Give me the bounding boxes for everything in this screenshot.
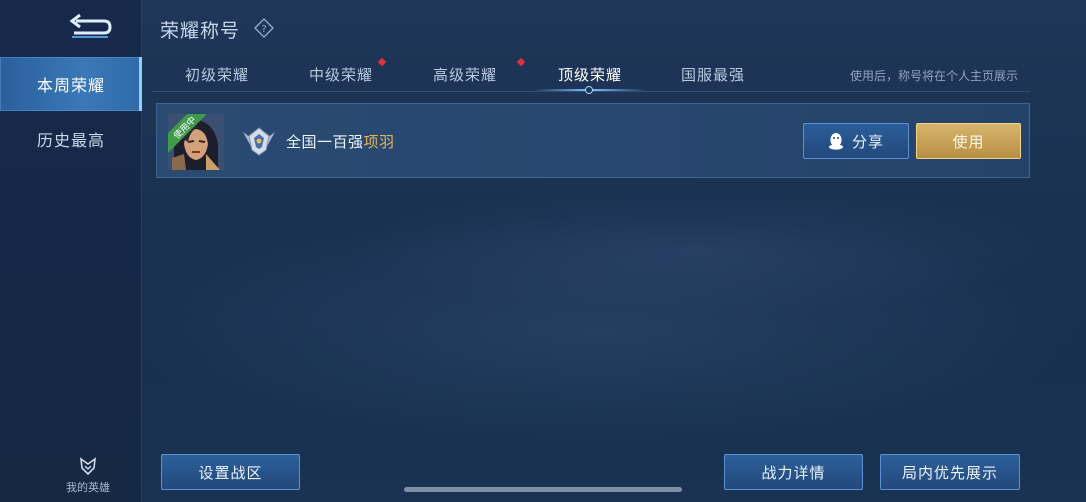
power-detail-label: 战力详情 — [761, 463, 826, 482]
active-tab-indicator-dot — [585, 86, 593, 94]
tab-label: 顶级荣耀 — [557, 65, 622, 84]
qq-penguin-icon — [828, 133, 843, 150]
sidebar: 本周荣耀 历史最高 我的英雄 — [0, 0, 142, 502]
usage-hint: 使用后，称号将在个人主页展示 — [849, 69, 1018, 83]
rank-badge — [241, 124, 277, 158]
page-title: 荣耀称号 — [160, 20, 241, 42]
my-hero-label: 我的英雄 — [66, 481, 110, 494]
tab-advanced[interactable]: 高级荣耀 — [410, 56, 526, 92]
hero-mask-icon — [80, 457, 96, 476]
back-button[interactable] — [66, 12, 114, 42]
honor-title: 全国一百强项羽 — [286, 131, 395, 152]
honor-title-prefix: 全国一百强 — [286, 133, 364, 151]
hero-avatar: 使用中 — [168, 114, 224, 170]
title-row: 使用中 全国一百强项羽 分享 使用 — [156, 103, 1030, 178]
use-button[interactable]: 使用 — [916, 123, 1021, 159]
tab-label: 高级荣耀 — [432, 65, 497, 84]
my-hero-button[interactable]: 我的英雄 — [48, 456, 128, 496]
back-arrow-icon — [69, 13, 112, 38]
home-indicator[interactable] — [404, 487, 682, 492]
sidebar-item-history-best[interactable]: 历史最高 — [0, 112, 142, 166]
red-dot-badge — [377, 57, 387, 67]
tab-national-best[interactable]: 国服最强 — [658, 56, 768, 92]
in-game-display-label: 局内优先展示 — [901, 463, 998, 482]
sidebar-item-label: 历史最高 — [36, 131, 105, 150]
share-button[interactable]: 分享 — [803, 123, 909, 159]
tab-label: 初级荣耀 — [184, 65, 249, 84]
tab-intermediate[interactable]: 中级荣耀 — [286, 56, 396, 92]
in-game-display-button[interactable]: 局内优先展示 — [880, 454, 1020, 490]
power-detail-button[interactable]: 战力详情 — [724, 454, 863, 490]
question-diamond-icon: ? — [254, 18, 274, 38]
share-button-label: 分享 — [851, 132, 884, 151]
help-button[interactable]: ? — [254, 18, 274, 38]
svg-text:?: ? — [261, 24, 266, 35]
set-region-label: 设置战区 — [198, 463, 263, 482]
sidebar-item-this-week[interactable]: 本周荣耀 — [0, 57, 142, 111]
tab-label: 国服最强 — [680, 65, 745, 84]
sidebar-item-label: 本周荣耀 — [36, 76, 105, 95]
honor-hero-name: 项羽 — [363, 133, 395, 151]
rank-badge-icon — [243, 127, 275, 156]
tab-label: 中级荣耀 — [308, 65, 373, 84]
use-button-label: 使用 — [952, 132, 985, 151]
set-region-button[interactable]: 设置战区 — [161, 454, 300, 490]
tab-beginner[interactable]: 初级荣耀 — [162, 56, 272, 92]
